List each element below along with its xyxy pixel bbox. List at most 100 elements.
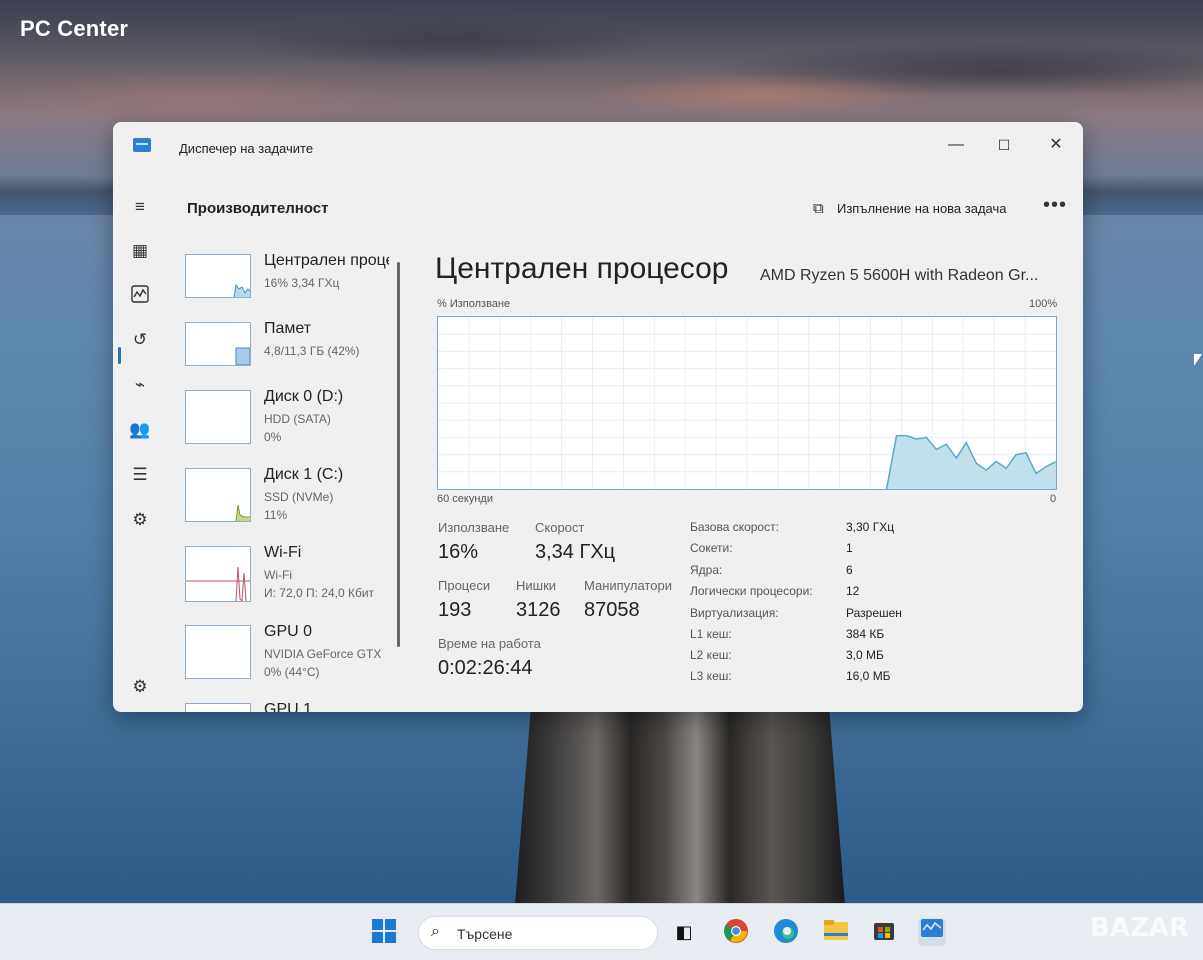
more-options-button[interactable]: ••• (1043, 194, 1067, 217)
uptime-value: 0:02:26:44 (438, 657, 533, 679)
resource-item-wifi[interactable]: Wi-Fi Wi-Fi И: 72,0 П: 24,0 Кбит (183, 544, 401, 614)
resource-name: Диск 0 (D:) (264, 388, 344, 405)
resource-list-scrollbar[interactable] (397, 262, 400, 647)
graph-label-time: 60 секунди (437, 493, 493, 505)
resource-detail: 0% (44°C) (264, 665, 320, 679)
task-view-icon[interactable]: ◧ (670, 918, 698, 946)
detail-value: 3,30 ГХц (846, 520, 895, 534)
cpu-model: AMD Ryzen 5 5600H with Radeon Gr... (760, 267, 1039, 284)
cpu-thumb-icon (185, 254, 251, 298)
detail-key: L3 кеш: (690, 669, 732, 683)
resource-item-disk-0[interactable]: Диск 0 (D:) HDD (SATA) 0% (183, 388, 401, 458)
services-icon[interactable]: ⚙ (129, 509, 151, 531)
detail-key: L1 кеш: (690, 627, 732, 641)
app-history-icon[interactable]: ↺ (129, 329, 151, 351)
resource-item-gpu-0[interactable]: GPU 0 NVIDIA GeForce GTX 0% (44°C) (183, 623, 401, 693)
disk-thumb-icon (185, 468, 251, 522)
uptime-label: Време на работа (438, 636, 541, 651)
gpu-thumb-icon (185, 625, 251, 679)
graph-label-max: 100% (1029, 298, 1058, 310)
speed-label: Скорост (535, 520, 585, 535)
task-manager-app-icon (133, 138, 151, 152)
processes-label: Процеси (438, 578, 491, 593)
maximize-button[interactable]: ☐ (986, 130, 1022, 160)
resource-name: GPU 1 (264, 701, 313, 712)
detail-key: L2 кеш: (690, 648, 732, 662)
detail-key: Ядра: (690, 563, 723, 577)
performance-icon[interactable] (129, 285, 151, 307)
detail-value: 3,0 МБ (846, 648, 884, 662)
microsoft-store-icon[interactable] (870, 918, 898, 946)
search-placeholder: Търсене (457, 926, 513, 942)
processes-icon[interactable]: ▦ (129, 240, 151, 262)
gpu-thumb-icon (185, 703, 251, 712)
usage-label: Използване (438, 520, 510, 535)
windows-logo-icon (372, 919, 396, 943)
threads-label: Нишки (516, 578, 557, 593)
usage-value: 16% (438, 541, 479, 563)
task-manager-taskbar-icon[interactable] (918, 918, 946, 946)
resource-detail: 4,8/11,3 ГБ (42%) (264, 344, 360, 358)
memory-thumb-icon (185, 322, 251, 366)
detail-value: 12 (846, 584, 860, 598)
taskbar-search[interactable]: ⌕ Търсене (418, 916, 658, 950)
resource-list: Централен процесор 16% 3,34 ГХц Памет 4,… (183, 252, 401, 712)
window-title: Диспечер на задачите (179, 141, 314, 156)
resource-item-memory[interactable]: Памет 4,8/11,3 ГБ (42%) (183, 320, 401, 390)
resource-detail: NVIDIA GeForce GTX (264, 647, 382, 661)
page-title: Производителност (187, 200, 329, 217)
startup-apps-icon[interactable]: ⌁ (129, 374, 151, 396)
users-icon[interactable]: 👥 (129, 419, 151, 441)
resource-item-gpu-1[interactable]: GPU 1 (183, 701, 401, 712)
close-button[interactable]: ✕ (1038, 130, 1074, 160)
brand-watermark: PC Center (20, 16, 129, 41)
resource-item-cpu[interactable]: Централен процесор 16% 3,34 ГХц (183, 252, 401, 322)
bazar-watermark: BAZAR (1090, 913, 1189, 943)
handles-value: 87058 (584, 599, 640, 621)
run-new-task-label: Изпълнение на нова задача (837, 201, 1007, 216)
resource-detail: И: 72,0 П: 24,0 Кбит (264, 586, 375, 600)
minimize-button[interactable]: — (938, 130, 974, 160)
mouse-cursor-icon (1194, 354, 1202, 366)
edge-icon[interactable] (772, 918, 800, 946)
speed-value: 3,34 ГХц (535, 541, 616, 563)
resource-detail: HDD (SATA) (264, 412, 331, 426)
start-button[interactable] (370, 918, 398, 946)
resource-detail: SSD (NVMe) (264, 490, 334, 504)
graph-label-usage: % Използване (437, 298, 511, 310)
wallpaper-pier (515, 700, 845, 905)
detail-key: Логически процесори: (690, 584, 813, 598)
resource-detail: 11% (264, 508, 288, 522)
detail-key: Виртуализация: (690, 606, 779, 620)
handles-label: Манипулатори (584, 578, 672, 593)
new-task-icon: ⧉ (813, 200, 824, 217)
detail-value: Разрешен (846, 606, 902, 620)
resource-detail: 16% 3,34 ГХц (264, 276, 340, 290)
resource-detail: 0% (264, 430, 282, 444)
chrome-icon[interactable] (722, 918, 750, 946)
left-navigation: ≡ ▦ ↺ ⌁ 👥 ☰ ⚙ ⚙ (113, 182, 169, 712)
detail-value: 6 (846, 563, 853, 577)
resource-name: Централен процесор (264, 252, 389, 269)
selected-indicator (118, 347, 121, 364)
detail-key: Сокети: (690, 541, 733, 555)
title-bar[interactable]: Диспечер на задачите — ☐ ✕ (113, 122, 1083, 172)
processes-value: 193 (438, 599, 472, 621)
resource-name: GPU 0 (264, 623, 313, 640)
details-icon[interactable]: ☰ (129, 464, 151, 486)
resource-name: Wi-Fi (264, 544, 302, 561)
cpu-usage-chart (438, 317, 1056, 489)
detail-value: 384 КБ (846, 627, 885, 641)
wifi-thumb-icon (185, 546, 251, 602)
taskbar: ⌕ Търсене ◧ (0, 903, 1203, 960)
task-manager-window: Диспечер на задачите — ☐ ✕ ≡ ▦ ↺ ⌁ 👥 ☰ ⚙… (113, 122, 1083, 712)
resource-name: Диск 1 (C:) (264, 466, 344, 483)
resource-item-disk-1[interactable]: Диск 1 (C:) SSD (NVMe) 11% (183, 466, 401, 536)
hamburger-menu-icon[interactable]: ≡ (129, 196, 151, 218)
file-explorer-icon[interactable] (822, 918, 850, 946)
search-icon: ⌕ (431, 923, 440, 940)
run-new-task-button[interactable]: ⧉ Изпълнение на нова задача (813, 200, 1007, 217)
detail-value: 1 (846, 541, 853, 555)
disk-thumb-icon (185, 390, 251, 444)
settings-icon[interactable]: ⚙ (129, 676, 151, 698)
